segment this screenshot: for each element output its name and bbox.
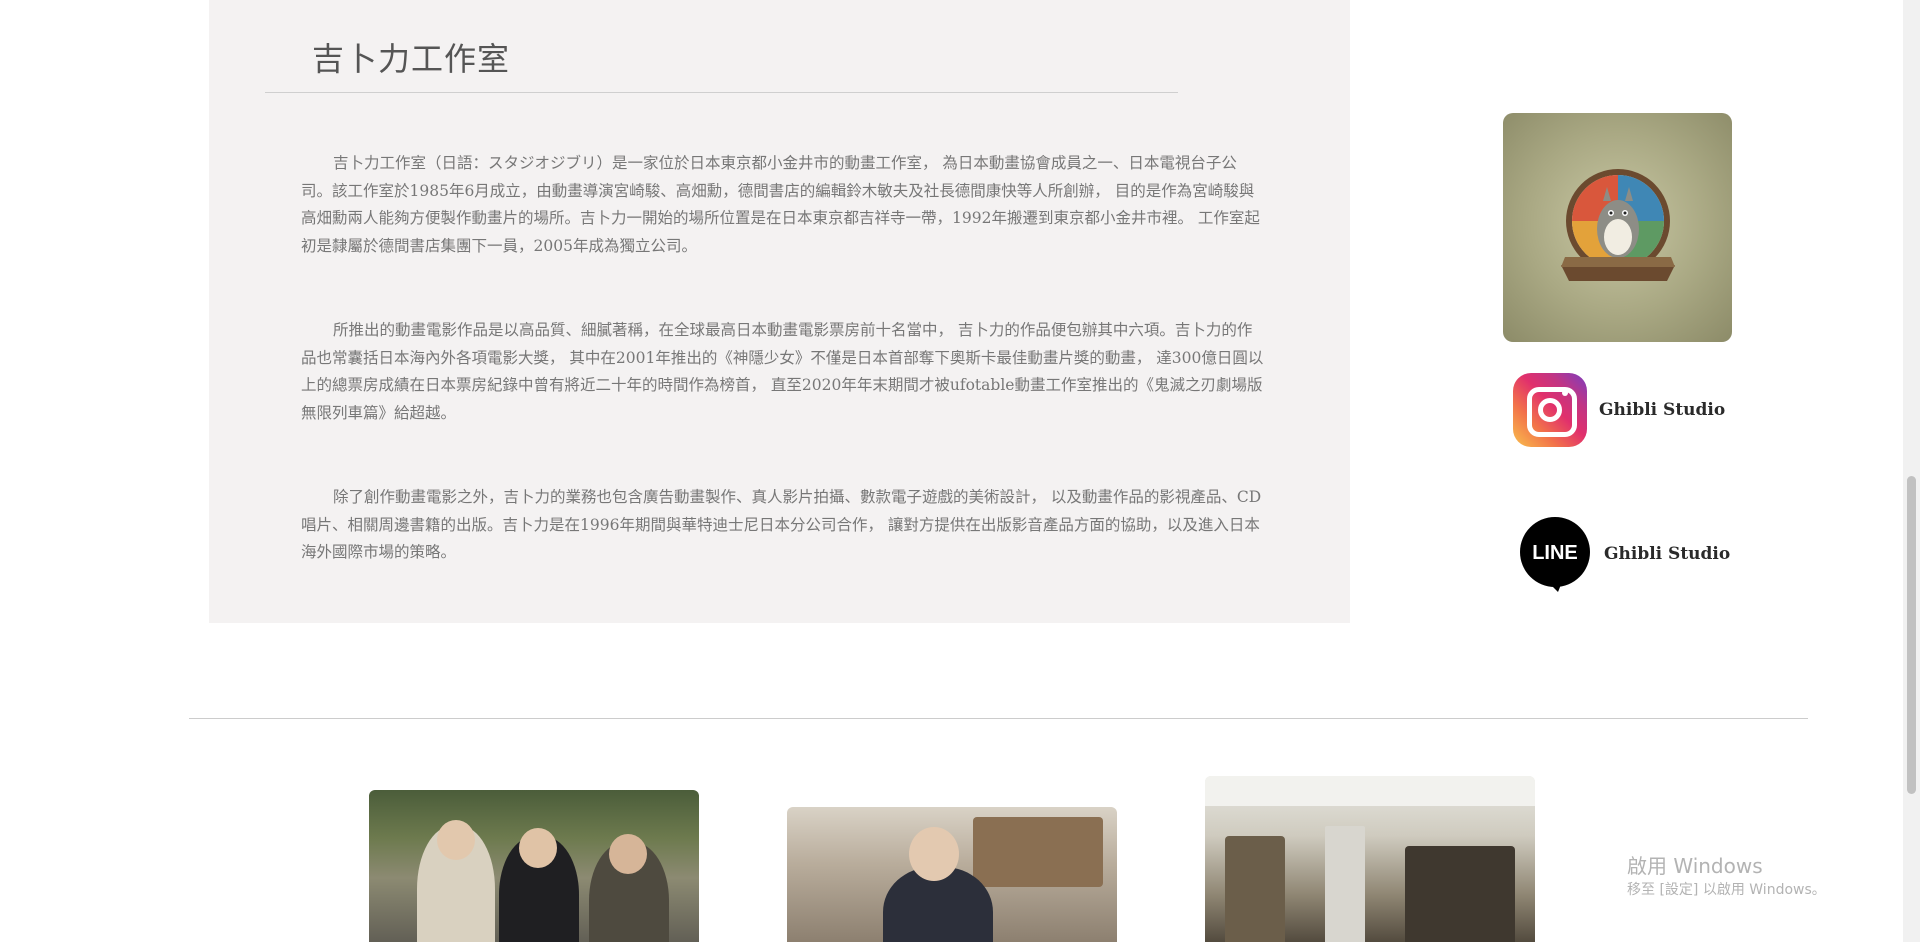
instagram-icon: [1513, 373, 1587, 447]
windows-activation-watermark: 啟用 Windows 移至 [設定] 以啟用 Windows。: [1627, 852, 1826, 900]
line-icon: LINE: [1520, 517, 1590, 592]
studio-ghibli-logo: [1503, 113, 1732, 342]
instagram-link[interactable]: Ghibli Studio: [1513, 373, 1725, 447]
scrollbar-thumb[interactable]: [1907, 476, 1916, 794]
watermark-subtitle: 移至 [設定] 以啟用 Windows。: [1627, 882, 1826, 898]
section-divider: [189, 718, 1808, 719]
watermark-title: 啟用 Windows: [1627, 854, 1763, 878]
instagram-label: Ghibli Studio: [1599, 400, 1726, 420]
page-scrollbar[interactable]: [1903, 0, 1920, 942]
line-link[interactable]: LINE Ghibli Studio: [1518, 516, 1730, 592]
article-paragraph-1: 吉卜力工作室（日語：スタジオジブリ）是一家位於日本東京都小金井市的動畫工作室， …: [301, 154, 1260, 255]
article-section: 吉卜力工作室 吉卜力工作室（日語：スタジオジブリ）是一家位於日本東京都小金井市的…: [209, 0, 1350, 623]
title-divider: [265, 92, 1178, 93]
miyazaki-desk-photo: [787, 807, 1117, 942]
article-title: 吉卜力工作室: [312, 40, 511, 78]
article-paragraph-2: 所推出的動畫電影作品是以高品質、細膩著稱，在全球最高日本動畫電影票房前十名當中，…: [301, 321, 1264, 422]
line-label: Ghibli Studio: [1604, 544, 1731, 564]
studio-office-photo: [1205, 776, 1535, 942]
totoro-badge-icon: [1560, 168, 1675, 281]
article-paragraph-3: 除了創作動畫電影之外，吉卜力的業務也包含廣告動畫製作、真人影片拍攝、數款電子遊戲…: [301, 488, 1262, 561]
page: 吉卜力工作室 吉卜力工作室（日語：スタジオジブリ）是一家位於日本東京都小金井市的…: [0, 0, 1920, 942]
svg-text:LINE: LINE: [1532, 542, 1578, 564]
founders-photo: [369, 790, 699, 942]
